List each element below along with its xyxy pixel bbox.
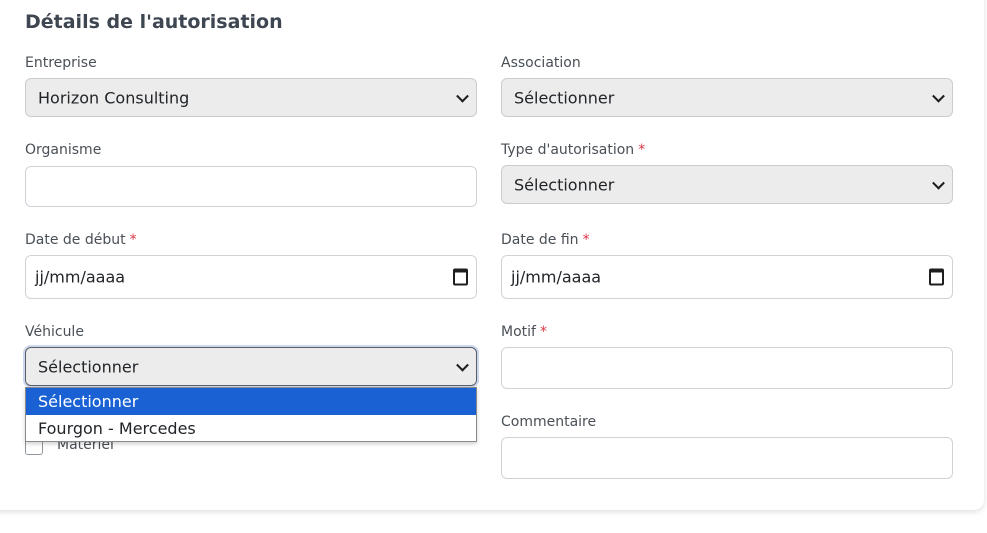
date-fin-placeholder: jj/mm/aaaa bbox=[511, 267, 602, 287]
chevron-down-icon bbox=[932, 176, 945, 190]
vehicule-select[interactable]: Sélectionner bbox=[25, 347, 477, 386]
organisme-input[interactable] bbox=[25, 166, 477, 207]
date-fin-label-text: Date de fin bbox=[501, 232, 579, 248]
type-autorisation-label: Type d'autorisation * bbox=[501, 142, 645, 158]
commentaire-label-text: Commentaire bbox=[501, 414, 597, 430]
date-debut-placeholder: jj/mm/aaaa bbox=[35, 267, 126, 287]
required-asterisk: * bbox=[638, 142, 646, 158]
calendar-icon[interactable] bbox=[929, 268, 944, 286]
motif-input[interactable] bbox=[501, 347, 953, 389]
motif-label: Motif * bbox=[501, 324, 547, 340]
vehicule-label: Véhicule bbox=[25, 324, 84, 340]
entreprise-label-text: Entreprise bbox=[25, 55, 97, 71]
association-select-value: Sélectionner bbox=[514, 88, 615, 107]
required-asterisk: * bbox=[539, 324, 547, 340]
association-label: Association bbox=[501, 55, 581, 71]
section-title: Détails de l'autorisation bbox=[25, 11, 283, 33]
motif-label-text: Motif bbox=[501, 324, 536, 340]
calendar-icon[interactable] bbox=[453, 268, 468, 286]
date-debut-input[interactable]: jj/mm/aaaa bbox=[25, 255, 477, 299]
type-autorisation-label-text: Type d'autorisation bbox=[501, 142, 635, 158]
organisme-label-text: Organisme bbox=[25, 142, 102, 158]
date-debut-label: Date de début * bbox=[25, 232, 137, 248]
vehicule-select-value: Sélectionner bbox=[38, 357, 139, 376]
required-asterisk: * bbox=[582, 232, 590, 248]
dropdown-option[interactable]: Fourgon - Mercedes bbox=[26, 415, 476, 442]
entreprise-select[interactable]: Horizon Consulting bbox=[25, 78, 477, 117]
required-asterisk: * bbox=[129, 232, 137, 248]
association-label-text: Association bbox=[501, 55, 581, 71]
date-fin-input[interactable]: jj/mm/aaaa bbox=[501, 255, 953, 299]
association-select[interactable]: Sélectionner bbox=[501, 78, 953, 117]
entreprise-select-value: Horizon Consulting bbox=[38, 88, 190, 107]
type-autorisation-select-value: Sélectionner bbox=[514, 175, 615, 194]
vehicule-label-text: Véhicule bbox=[25, 324, 84, 340]
date-debut-label-text: Date de début bbox=[25, 232, 126, 248]
chevron-down-icon bbox=[456, 358, 469, 372]
entreprise-label: Entreprise bbox=[25, 55, 97, 71]
vehicule-dropdown-list: Sélectionner Fourgon - Mercedes bbox=[25, 387, 477, 442]
organisme-label: Organisme bbox=[25, 142, 101, 158]
type-autorisation-select[interactable]: Sélectionner bbox=[501, 165, 953, 204]
chevron-down-icon bbox=[932, 89, 945, 103]
commentaire-label: Commentaire bbox=[501, 414, 596, 430]
date-fin-label: Date de fin * bbox=[501, 232, 590, 248]
chevron-down-icon bbox=[456, 89, 469, 103]
commentaire-textarea[interactable] bbox=[501, 437, 953, 479]
dropdown-option[interactable]: Sélectionner bbox=[26, 388, 476, 415]
